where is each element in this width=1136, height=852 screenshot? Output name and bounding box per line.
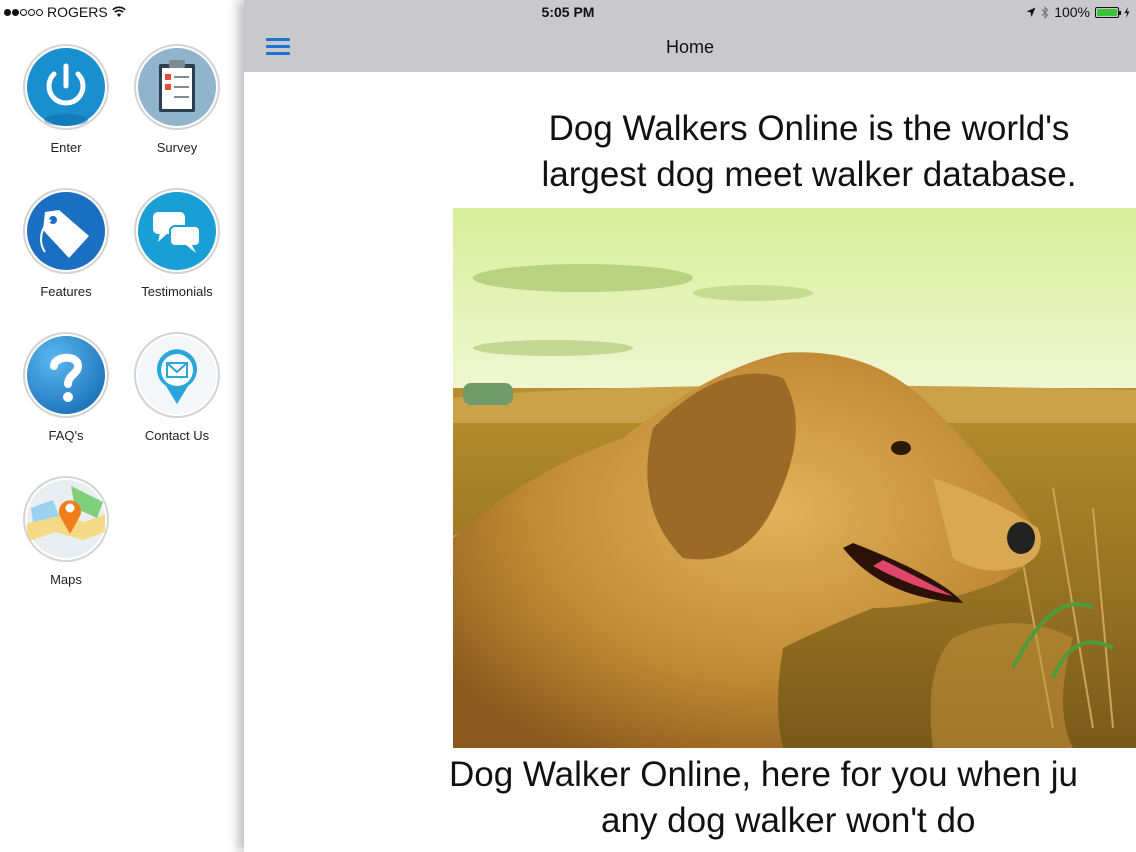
battery-percent: 100% — [1054, 4, 1090, 20]
menu-item-survey[interactable]: Survey — [122, 44, 232, 155]
menu-item-label: Survey — [156, 140, 198, 155]
battery-icon — [1095, 6, 1121, 18]
menu-item-label: Maps — [50, 572, 82, 587]
menu-item-contact-us[interactable]: Contact Us — [122, 332, 232, 443]
page-title: Home — [665, 37, 714, 57]
side-menu: Enter Survey Features Testimonials FAQ's… — [0, 24, 244, 852]
menu-item-label: Features — [40, 284, 92, 299]
status-time: 5:05 PM — [541, 4, 595, 20]
menu-item-label: Testimonials — [141, 284, 213, 299]
menu-item-label: Enter — [50, 140, 82, 155]
menu-item-features[interactable]: Features — [11, 188, 121, 299]
power-icon — [23, 44, 109, 130]
menu-item-enter[interactable]: Enter — [11, 44, 121, 155]
headline-text: Dog Walkers Online is the world's larges… — [541, 109, 1077, 194]
chat-bubbles-icon — [134, 188, 220, 274]
menu-item-label: Contact Us — [144, 428, 210, 443]
location-arrow-icon — [1026, 7, 1036, 17]
bluetooth-icon — [1041, 5, 1049, 19]
charging-bolt-icon — [1124, 6, 1130, 18]
tag-icon — [23, 188, 109, 274]
menu-item-testimonials[interactable]: Testimonials — [122, 188, 232, 299]
clipboard-icon — [134, 44, 220, 130]
menu-item-label: FAQ's — [48, 428, 84, 443]
caption-line-1: Dog Walker Online, here for you when ju — [449, 755, 1079, 794]
envelope-pin-icon — [134, 332, 220, 418]
map-pin-icon — [23, 476, 109, 562]
status-bar: ROGERS 5:05 PM 100% — [0, 0, 1136, 24]
menu-item-faqs[interactable]: FAQ's — [11, 332, 121, 443]
main-panel: Home Dog Walkers Online is the world's l… — [244, 0, 1136, 852]
hero-image-dog — [453, 208, 1136, 748]
menu-item-maps[interactable]: Maps — [11, 476, 121, 587]
caption-text: Dog Walker Online, here for you when ju … — [449, 752, 1136, 844]
status-right: 100% — [1026, 4, 1130, 20]
question-mark-icon — [23, 332, 109, 418]
caption-line-2: any dog walker won't do — [601, 801, 976, 840]
